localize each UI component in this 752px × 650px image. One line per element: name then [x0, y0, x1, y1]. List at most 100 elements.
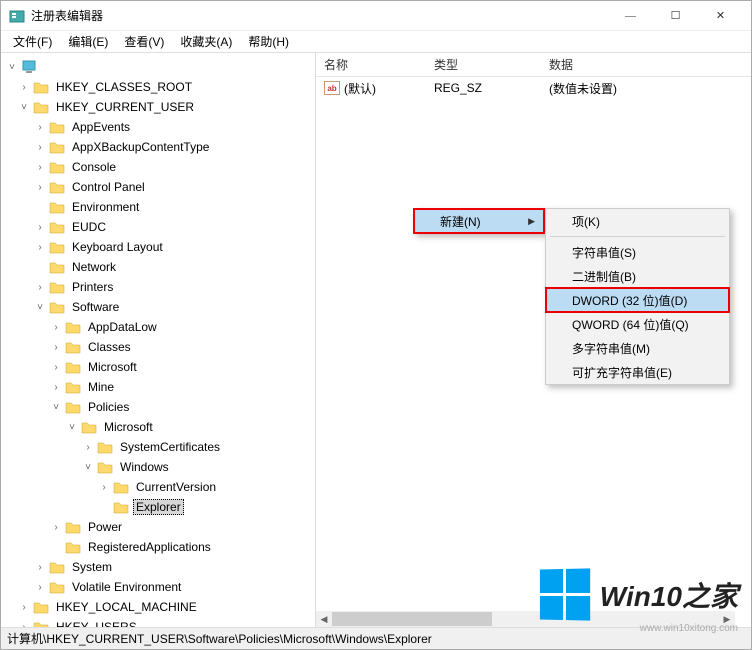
- close-button[interactable]: ✕: [698, 2, 743, 30]
- tree-hklm[interactable]: ›HKEY_LOCAL_MACHINE: [17, 597, 315, 617]
- tree-keyboard[interactable]: ›Keyboard Layout: [33, 237, 315, 257]
- tree-explorer[interactable]: Explorer: [97, 497, 315, 517]
- tree-power[interactable]: ›Power: [49, 517, 315, 537]
- expand-icon[interactable]: ›: [33, 160, 47, 174]
- menu-view[interactable]: 查看(V): [116, 31, 172, 52]
- tree-pane[interactable]: ˅ ›HKEY_CLASSES_ROOT ˅HKEY_CURRENT_USER …: [1, 53, 316, 627]
- tree-hku[interactable]: ›HKEY_USERS: [17, 617, 315, 627]
- col-type[interactable]: 类型: [426, 56, 541, 73]
- cm-binary[interactable]: 二进制值(B): [546, 264, 729, 288]
- expand-icon[interactable]: ›: [17, 80, 31, 94]
- value-name: (默认): [344, 80, 376, 97]
- tree-network[interactable]: Network: [33, 257, 315, 277]
- menu-favorites[interactable]: 收藏夹(A): [172, 31, 240, 52]
- tree-systemcertificates[interactable]: ›SystemCertificates: [81, 437, 315, 457]
- tree-policies-microsoft[interactable]: ˅Microsoft: [65, 417, 315, 437]
- menu-help[interactable]: 帮助(H): [240, 31, 297, 52]
- folder-icon: [49, 179, 65, 195]
- tree-appx[interactable]: ›AppXBackupContentType: [33, 137, 315, 157]
- maximize-button[interactable]: ☐: [653, 2, 698, 30]
- col-name[interactable]: 名称: [316, 56, 426, 73]
- tree-environment[interactable]: Environment: [33, 197, 315, 217]
- folder-icon: [113, 499, 129, 515]
- expand-icon[interactable]: ›: [33, 140, 47, 154]
- cm-key[interactable]: 项(K): [546, 209, 729, 233]
- menu-edit[interactable]: 编辑(E): [60, 31, 116, 52]
- scroll-left-icon[interactable]: ◀: [316, 611, 332, 627]
- tree-mine[interactable]: ›Mine: [49, 377, 315, 397]
- statusbar: 计算机\HKEY_CURRENT_USER\Software\Policies\…: [1, 627, 751, 649]
- expand-icon[interactable]: ›: [49, 380, 63, 394]
- folder-icon: [97, 439, 113, 455]
- window-title: 注册表编辑器: [31, 7, 608, 24]
- watermark-brand: Win10之家: [600, 575, 738, 615]
- collapse-icon[interactable]: ˅: [49, 400, 63, 414]
- expand-icon[interactable]: ›: [33, 560, 47, 574]
- menu-file[interactable]: 文件(F): [5, 31, 60, 52]
- tree-appdatalow[interactable]: ›AppDataLow: [49, 317, 315, 337]
- expand-icon[interactable]: ›: [81, 440, 95, 454]
- collapse-icon[interactable]: ˅: [65, 420, 79, 434]
- folder-icon: [49, 239, 65, 255]
- collapse-icon[interactable]: ˅: [17, 100, 31, 114]
- folder-icon: [49, 119, 65, 135]
- tree-console[interactable]: ›Console: [33, 157, 315, 177]
- tree-registeredapplications[interactable]: RegisteredApplications: [49, 537, 315, 557]
- collapse-icon[interactable]: ˅: [5, 60, 19, 74]
- tree-microsoft[interactable]: ›Microsoft: [49, 357, 315, 377]
- expand-icon[interactable]: ›: [33, 280, 47, 294]
- expand-icon[interactable]: ›: [49, 340, 63, 354]
- tree-hkcr[interactable]: ›HKEY_CLASSES_ROOT: [17, 77, 315, 97]
- tree-appevents[interactable]: ›AppEvents: [33, 117, 315, 137]
- regedit-icon: [9, 8, 25, 24]
- scroll-thumb[interactable]: [332, 612, 492, 626]
- titlebar[interactable]: 注册表编辑器 — ☐ ✕: [1, 1, 751, 31]
- tree-currentversion[interactable]: ›CurrentVersion: [97, 477, 315, 497]
- folder-icon: [49, 259, 65, 275]
- expand-icon[interactable]: ›: [17, 600, 31, 614]
- folder-icon: [65, 319, 81, 335]
- expand-icon[interactable]: ›: [33, 240, 47, 254]
- folder-icon: [65, 399, 81, 415]
- folder-icon: [65, 339, 81, 355]
- list-row[interactable]: ab(默认) REG_SZ (数值未设置): [316, 77, 751, 99]
- tree-hkcu[interactable]: ˅HKEY_CURRENT_USER: [17, 97, 315, 117]
- tree-policies[interactable]: ˅Policies: [49, 397, 315, 417]
- tree-windows[interactable]: ˅Windows: [81, 457, 315, 477]
- expand-icon[interactable]: ›: [97, 480, 111, 494]
- cm-multi[interactable]: 多字符串值(M): [546, 336, 729, 360]
- cm-new[interactable]: 新建(N) ▶: [414, 209, 544, 233]
- tree-eudc[interactable]: ›EUDC: [33, 217, 315, 237]
- cm-string[interactable]: 字符串值(S): [546, 240, 729, 264]
- expand-icon[interactable]: ›: [33, 120, 47, 134]
- tree-volatileenv[interactable]: ›Volatile Environment: [33, 577, 315, 597]
- col-data[interactable]: 数据: [541, 56, 751, 73]
- computer-icon: [21, 59, 37, 75]
- tree-printers[interactable]: ›Printers: [33, 277, 315, 297]
- folder-icon: [49, 139, 65, 155]
- status-path: 计算机\HKEY_CURRENT_USER\Software\Policies\…: [7, 630, 432, 647]
- expand-icon[interactable]: ›: [49, 320, 63, 334]
- tree-computer[interactable]: ˅: [1, 57, 315, 77]
- expand-icon[interactable]: ›: [33, 180, 47, 194]
- cm-dword[interactable]: DWORD (32 位)值(D): [546, 288, 729, 312]
- expand-icon[interactable]: ›: [33, 580, 47, 594]
- expand-icon[interactable]: ›: [33, 220, 47, 234]
- expand-icon[interactable]: ›: [49, 360, 63, 374]
- folder-icon: [33, 99, 49, 115]
- windows-logo-icon: [540, 568, 590, 620]
- tree-controlpanel[interactable]: ›Control Panel: [33, 177, 315, 197]
- tree-system[interactable]: ›System: [33, 557, 315, 577]
- cm-qword[interactable]: QWORD (64 位)值(Q): [546, 312, 729, 336]
- tree-classes[interactable]: ›Classes: [49, 337, 315, 357]
- collapse-icon[interactable]: ˅: [33, 300, 47, 314]
- folder-icon: [65, 359, 81, 375]
- collapse-icon[interactable]: ˅: [81, 460, 95, 474]
- string-value-icon: ab: [324, 81, 340, 95]
- expand-icon[interactable]: ›: [17, 620, 31, 627]
- tree-software[interactable]: ˅Software: [33, 297, 315, 317]
- folder-icon: [65, 539, 81, 555]
- expand-icon[interactable]: ›: [49, 520, 63, 534]
- cm-expand[interactable]: 可扩充字符串值(E): [546, 360, 729, 384]
- minimize-button[interactable]: —: [608, 2, 653, 30]
